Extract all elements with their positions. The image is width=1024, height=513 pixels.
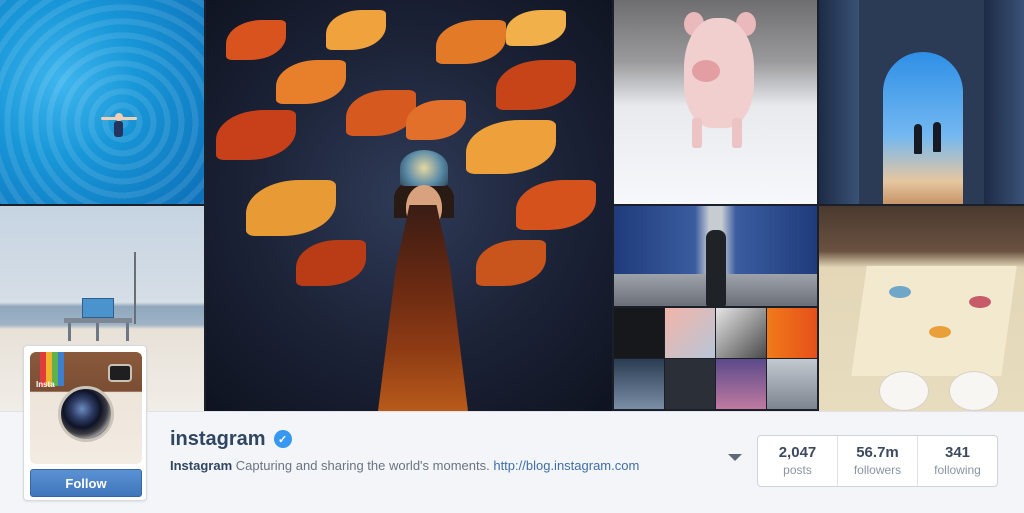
stat-posts[interactable]: 2,047 posts [758, 436, 837, 486]
avatar-card: Insta Follow [23, 345, 147, 501]
profile-link[interactable]: http://blog.instagram.com [493, 458, 639, 473]
photo-art-table[interactable] [819, 206, 1024, 411]
stat-value: 2,047 [778, 444, 817, 461]
photo-subway-platform[interactable] [614, 206, 817, 306]
thumb-5[interactable] [614, 359, 664, 409]
thumb-7[interactable] [716, 359, 766, 409]
photo-archway-walkers[interactable] [819, 0, 1024, 204]
bio: Instagram Capturing and sharing the worl… [170, 458, 639, 473]
thumb-2[interactable] [665, 308, 715, 358]
follow-button[interactable]: Follow [30, 469, 142, 497]
stats-box: 2,047 posts 56.7m followers 341 followin… [757, 435, 998, 487]
thumb-4[interactable] [767, 308, 817, 358]
camera-lens-icon [58, 386, 114, 442]
photo-mosaic [0, 0, 1024, 411]
photo-festival-costume[interactable] [206, 0, 612, 411]
thumb-3[interactable] [716, 308, 766, 358]
stat-value: 56.7m [856, 444, 899, 461]
thumb-1[interactable] [614, 308, 664, 358]
stat-label: following [934, 463, 981, 477]
stat-followers[interactable]: 56.7m followers [837, 436, 917, 486]
bio-text: Capturing and sharing the world's moment… [235, 458, 490, 473]
stat-following[interactable]: 341 following [917, 436, 997, 486]
username-row: instagram ✓ [170, 426, 292, 452]
avatar-label: Insta [36, 380, 55, 389]
swimmer-figure [101, 113, 137, 147]
full-name: Instagram [170, 458, 233, 473]
stat-label: posts [783, 463, 812, 477]
viewfinder-icon [108, 364, 132, 382]
thumb-8[interactable] [767, 359, 817, 409]
profile-page: Insta Follow instagram ✓ Instagram Captu… [0, 0, 1024, 513]
username: instagram [170, 427, 266, 450]
thumb-6[interactable] [665, 359, 715, 409]
verified-check-icon: ✓ [273, 430, 292, 448]
photo-snow-piglet[interactable] [614, 0, 817, 204]
avatar[interactable]: Insta [30, 352, 142, 464]
photo-pool-swimmer[interactable] [0, 0, 204, 204]
stat-value: 341 [944, 444, 971, 461]
stat-label: followers [853, 463, 902, 477]
chevron-down-icon[interactable] [728, 454, 742, 461]
